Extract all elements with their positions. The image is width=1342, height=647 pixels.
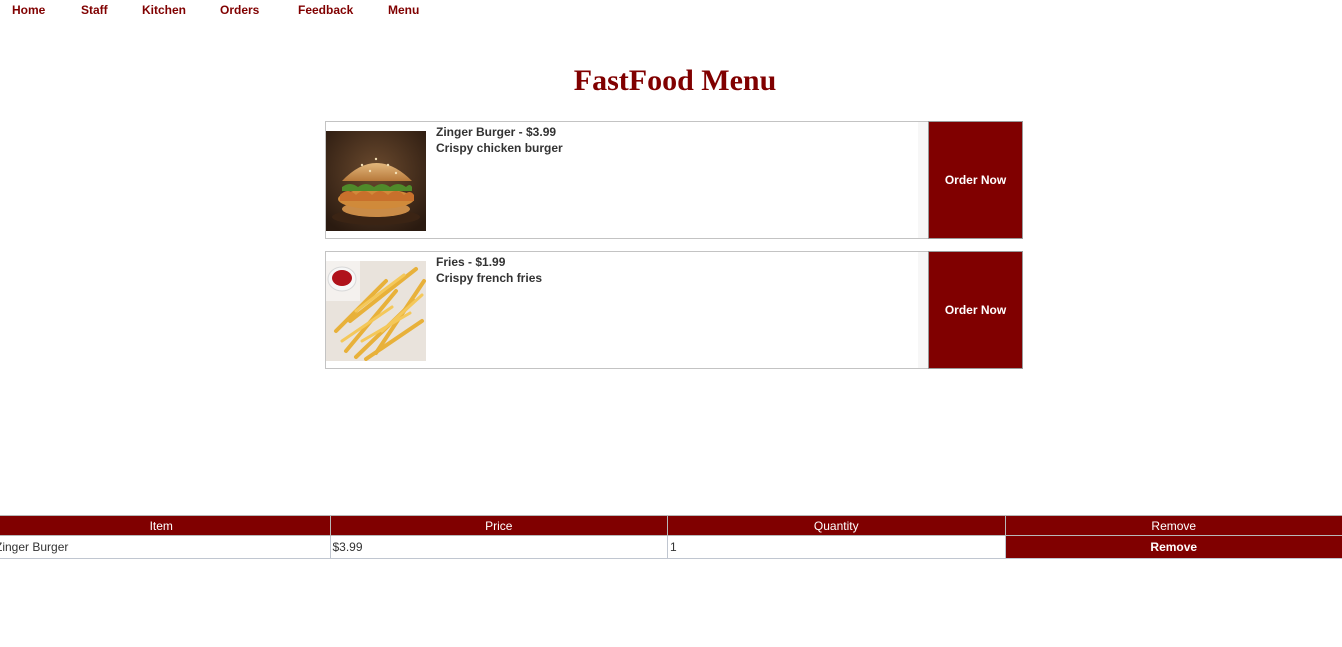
nav-link-home[interactable]: Home <box>12 3 45 17</box>
zinger-burger-image <box>326 131 426 231</box>
menu-item-description: Crispy french fries <box>436 271 543 285</box>
nav-link-kitchen[interactable]: Kitchen <box>142 3 186 17</box>
nav-link-feedback[interactable]: Feedback <box>298 3 353 17</box>
remove-button[interactable]: Remove <box>1004 535 1342 559</box>
cart-item-name: Zinger Burger <box>0 535 331 559</box>
card-divider <box>918 252 928 368</box>
menu-item-name-price: Zinger Burger - $3.99 <box>436 125 557 139</box>
menu-item-card: Fries - $1.99 Crispy french fries Order … <box>325 251 1023 369</box>
cart-header-row: Item Price Quantity Remove <box>0 515 1342 536</box>
cart-table: Item Price Quantity Remove Zinger Burger… <box>0 515 1342 559</box>
nav-link-menu[interactable]: Menu <box>388 3 419 17</box>
column-header-price: Price <box>329 515 668 536</box>
page-title: FastFood Menu <box>573 64 777 97</box>
top-nav: Home Staff Kitchen Orders Feedback Menu <box>0 0 1342 20</box>
cart-item-price: $3.99 <box>329 535 668 559</box>
menu-item-name-price: Fries - $1.99 <box>436 255 506 269</box>
nav-link-orders[interactable]: Orders <box>220 3 259 17</box>
menu-item-description: Crispy chicken burger <box>436 141 563 155</box>
cart-item-quantity: 1 <box>667 535 1006 559</box>
column-header-item: Item <box>0 515 331 536</box>
nav-link-staff[interactable]: Staff <box>81 3 108 17</box>
order-now-button[interactable]: Order Now <box>928 121 1023 239</box>
table-row: Zinger Burger $3.99 1 Remove <box>0 535 1342 559</box>
column-header-quantity: Quantity <box>667 515 1006 536</box>
fries-image <box>326 261 426 361</box>
menu-item-info: Zinger Burger - $3.99 Crispy chicken bur… <box>436 124 563 156</box>
menu-item-info: Fries - $1.99 Crispy french fries <box>436 254 542 286</box>
menu-item-card: Zinger Burger - $3.99 Crispy chicken bur… <box>325 121 1023 239</box>
card-divider <box>918 122 928 238</box>
column-header-remove: Remove <box>1004 515 1342 536</box>
order-now-button[interactable]: Order Now <box>928 251 1023 369</box>
